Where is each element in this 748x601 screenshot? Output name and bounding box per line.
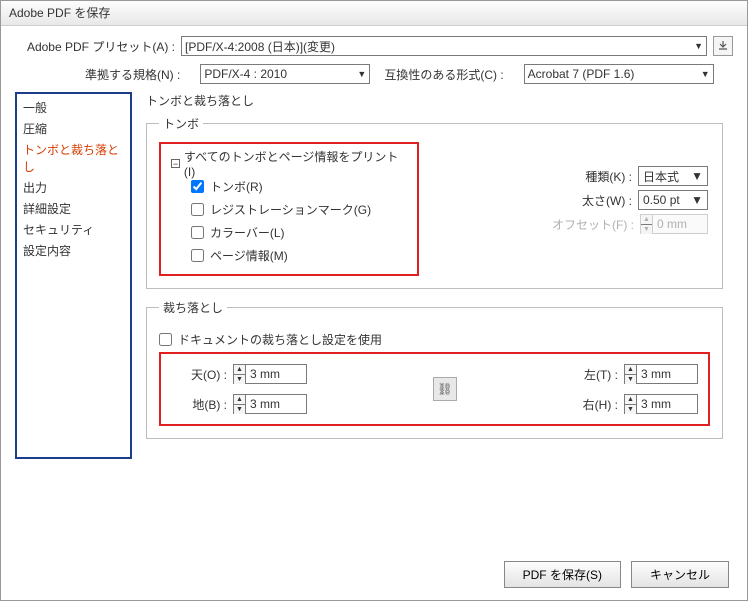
preset-value: [PDF/X-4:2008 (日本)](変更): [185, 38, 335, 55]
bleed-right-spinner[interactable]: ▲▼ 3 mm: [624, 394, 698, 414]
bleed-top-value: 3 mm: [250, 367, 280, 381]
pageinfo-label: ページ情報(M): [210, 247, 288, 264]
chevron-down-icon: ▼: [357, 69, 366, 79]
bleed-legend: 裁ち落とし: [159, 299, 227, 316]
compat-label: 互換性のある形式(C) :: [384, 66, 503, 83]
spin-up-icon[interactable]: ▲: [234, 395, 245, 405]
offset-value: 0 mm: [657, 217, 687, 231]
sidebar-item-general[interactable]: 一般: [17, 97, 130, 118]
colorbar-checkbox[interactable]: [191, 226, 204, 239]
save-pdf-button[interactable]: PDF を保存(S): [504, 561, 621, 588]
trim-marks-checkbox[interactable]: [191, 180, 204, 193]
bleed-top-spinner[interactable]: ▲▼ 3 mm: [233, 364, 307, 384]
bleed-left-spinner[interactable]: ▲▼ 3 mm: [624, 364, 698, 384]
titlebar: Adobe PDF を保存: [1, 1, 747, 26]
mark-weight-label: 太さ(W) :: [582, 192, 632, 209]
colorbar-label: カラーバー(L): [210, 224, 285, 241]
sidebar-item-compression[interactable]: 圧縮: [17, 118, 130, 139]
dialog-window: Adobe PDF を保存 Adobe PDF プリセット(A) : [PDF/…: [0, 0, 748, 601]
collapse-icon[interactable]: −: [171, 159, 180, 168]
chevron-down-icon: ▼: [691, 193, 703, 207]
standard-label: 準拠する規格(N) :: [85, 66, 180, 83]
offset-label: オフセット(F) :: [552, 216, 634, 233]
standard-value: PDF/X-4 : 2010: [204, 67, 287, 81]
sidebar-item-advanced[interactable]: 詳細設定: [17, 198, 130, 219]
cancel-button[interactable]: キャンセル: [631, 561, 729, 588]
mark-type-value: 日本式: [643, 168, 679, 185]
marks-fieldset: トンボ − すべてのトンボとページ情報をプリント(I) トンボ(R) レジ: [146, 115, 723, 289]
spin-down-icon[interactable]: ▼: [234, 405, 245, 414]
pageinfo-checkbox[interactable]: [191, 249, 204, 262]
mark-type-label: 種類(K) :: [585, 168, 632, 185]
bleed-left-value: 3 mm: [641, 367, 671, 381]
chevron-down-icon: ▼: [691, 169, 703, 183]
spin-up-icon: ▲: [641, 215, 652, 225]
use-doc-bleed-label: ドキュメントの裁ち落とし設定を使用: [178, 331, 382, 348]
bleed-bottom-label: 地(B) :: [192, 396, 227, 413]
panel-title: トンボと裁ち落とし: [146, 92, 723, 109]
spin-up-icon[interactable]: ▲: [625, 395, 636, 405]
chevron-down-icon: ▼: [701, 69, 710, 79]
spin-down-icon[interactable]: ▼: [625, 405, 636, 414]
bleed-fieldset: 裁ち落とし ドキュメントの裁ち落とし設定を使用 天(O) : ▲▼ 3 mm: [146, 299, 723, 439]
compat-select[interactable]: Acrobat 7 (PDF 1.6) ▼: [524, 64, 714, 84]
standard-select[interactable]: PDF/X-4 : 2010 ▼: [200, 64, 370, 84]
sidebar-item-summary[interactable]: 設定内容: [17, 240, 130, 261]
download-icon: [717, 40, 729, 52]
sidebar-item-output[interactable]: 出力: [17, 177, 130, 198]
sidebar-item-security[interactable]: セキュリティ: [17, 219, 130, 240]
bleed-bottom-value: 3 mm: [250, 397, 280, 411]
bleed-top-label: 天(O) :: [191, 366, 227, 383]
offset-spinner: ▲▼ 0 mm: [640, 214, 708, 234]
bleed-bottom-spinner[interactable]: ▲▼ 3 mm: [233, 394, 307, 414]
spin-down-icon[interactable]: ▼: [234, 375, 245, 384]
mark-type-select[interactable]: 日本式 ▼: [638, 166, 708, 186]
spin-down-icon[interactable]: ▼: [625, 375, 636, 384]
compat-value: Acrobat 7 (PDF 1.6): [528, 67, 635, 81]
export-preset-button[interactable]: [713, 36, 733, 56]
mark-weight-select[interactable]: 0.50 pt ▼: [638, 190, 708, 210]
link-values-button[interactable]: ⛓: [433, 377, 457, 401]
use-doc-bleed-checkbox[interactable]: [159, 333, 172, 346]
bleed-right-label: 右(H) :: [583, 396, 618, 413]
link-icon: ⛓: [437, 382, 452, 396]
sidebar-item-marks-bleed[interactable]: トンボと裁ち落とし: [17, 139, 130, 177]
marks-legend: トンボ: [159, 115, 203, 132]
mark-weight-value: 0.50 pt: [643, 193, 680, 207]
sidebar: 一般 圧縮 トンボと裁ち落とし 出力 詳細設定 セキュリティ 設定内容: [15, 92, 132, 459]
bleed-left-label: 左(T) :: [584, 366, 618, 383]
registration-label: レジストレーションマーク(G): [210, 201, 371, 218]
preset-select[interactable]: [PDF/X-4:2008 (日本)](変更) ▼: [181, 36, 707, 56]
preset-label: Adobe PDF プリセット(A) :: [15, 38, 175, 55]
chevron-down-icon: ▼: [694, 41, 703, 51]
all-marks-label: すべてのトンボとページ情報をプリント(I): [184, 148, 407, 179]
bleed-right-value: 3 mm: [641, 397, 671, 411]
spin-up-icon[interactable]: ▲: [625, 365, 636, 375]
window-title: Adobe PDF を保存: [9, 6, 110, 20]
registration-checkbox[interactable]: [191, 203, 204, 216]
spin-down-icon: ▼: [641, 225, 652, 234]
trim-marks-label: トンボ(R): [210, 178, 263, 195]
spin-up-icon[interactable]: ▲: [234, 365, 245, 375]
